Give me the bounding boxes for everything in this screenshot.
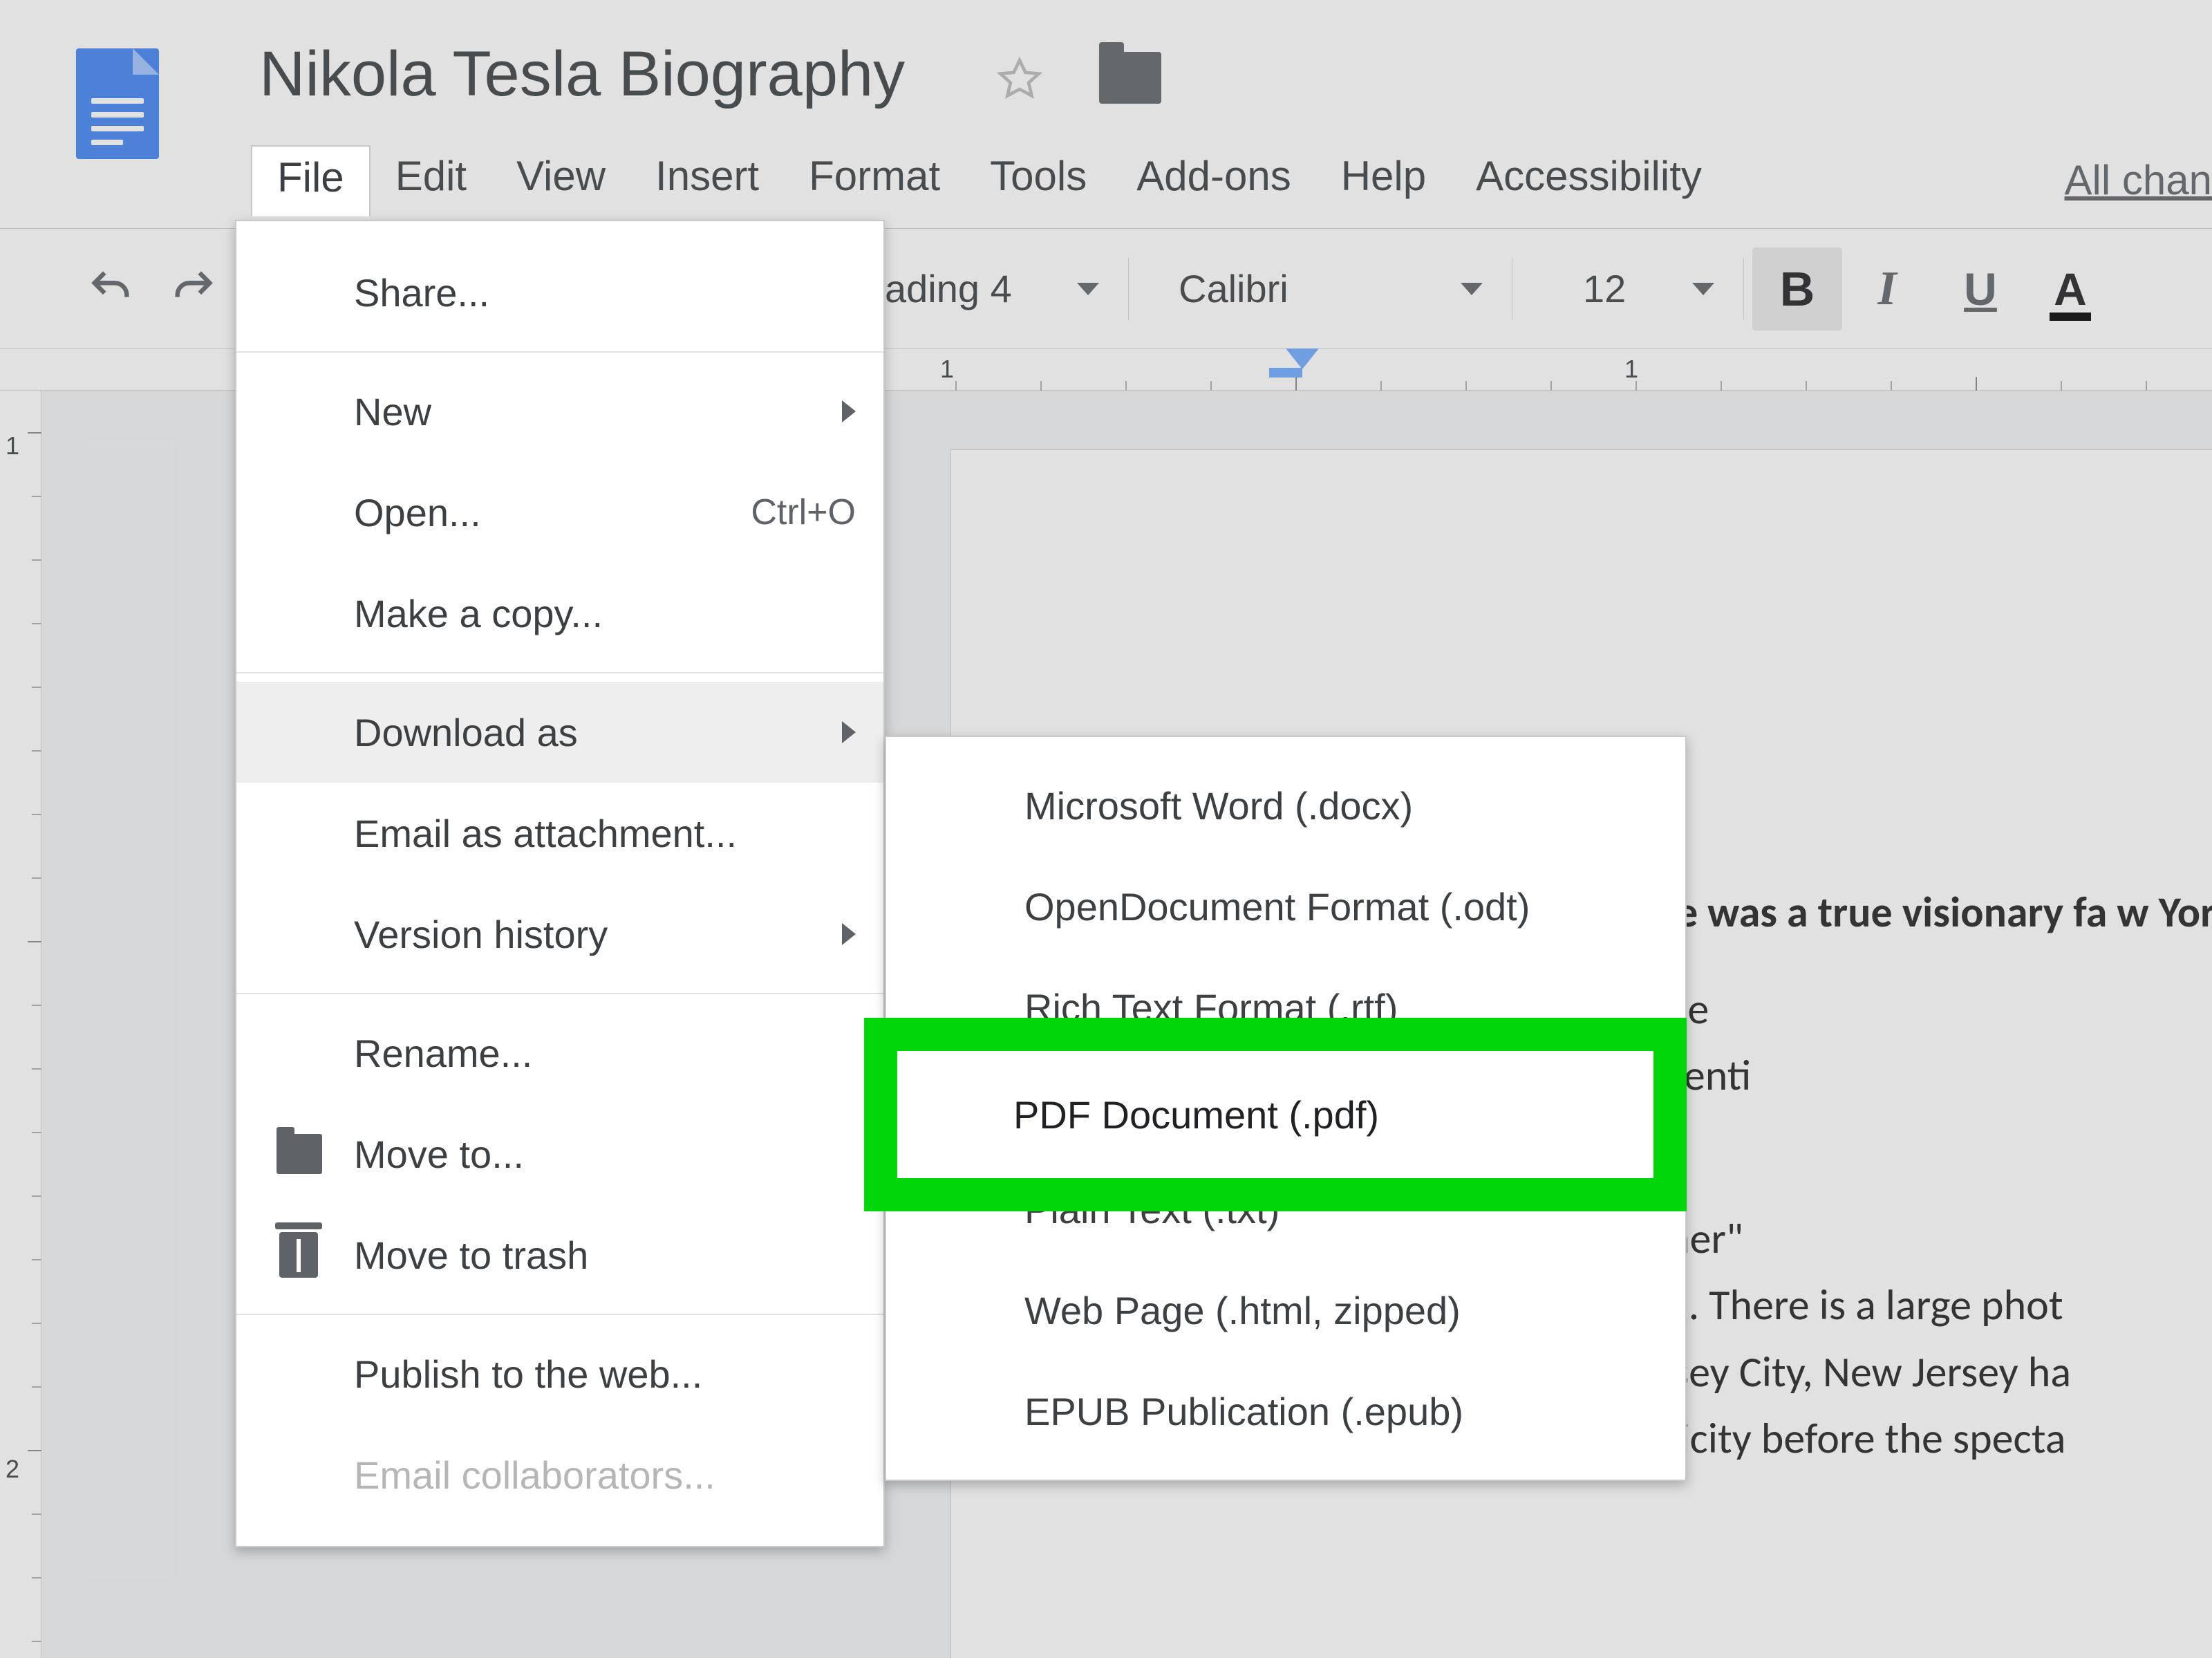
file-menu-share[interactable]: Share... <box>236 242 883 343</box>
dropdown-arrow-icon <box>1461 283 1483 295</box>
bold-icon: B <box>1780 261 1815 317</box>
submenu-arrow-icon <box>842 400 856 422</box>
menu-separator <box>236 351 883 353</box>
submenu-item-html[interactable]: Web Page (.html, zipped) <box>886 1260 1685 1361</box>
file-menu-new[interactable]: New <box>236 361 883 462</box>
vruler-number: 2 <box>6 1455 19 1484</box>
move-folder-icon[interactable] <box>1099 52 1161 104</box>
file-menu-rename[interactable]: Rename... <box>236 1003 883 1103</box>
underline-button[interactable]: U <box>1932 248 2029 330</box>
file-dropdown-menu: Share... New Open...Ctrl+O Make a copy..… <box>235 220 885 1547</box>
submenu-item-epub[interactable]: EPUB Publication (.epub) <box>886 1361 1685 1462</box>
submenu-item-rtf[interactable]: Rich Text Format (.rtf) <box>886 957 1685 1058</box>
undo-button[interactable] <box>69 248 152 330</box>
underline-icon: U <box>1964 263 1997 315</box>
file-menu-open[interactable]: Open...Ctrl+O <box>236 462 883 563</box>
font-size-label: 12 <box>1583 266 1626 311</box>
font-family-select[interactable]: Calibri <box>1137 266 1503 311</box>
menu-bar: File Edit View Insert Format Tools Add-o… <box>251 145 1727 216</box>
file-menu-version-history[interactable]: Version history <box>236 884 883 985</box>
star-icon[interactable] <box>995 55 1044 104</box>
menu-tools[interactable]: Tools <box>965 145 1112 216</box>
submenu-item-docx[interactable]: Microsoft Word (.docx) <box>886 755 1685 856</box>
paragraph-style-select[interactable]: ading 4 <box>843 266 1120 311</box>
document-title[interactable]: Nikola Tesla Biography <box>259 38 905 111</box>
font-size-select[interactable]: 12 <box>1521 266 1735 311</box>
text-color-button[interactable]: A <box>2029 248 2112 330</box>
file-menu-email-attachment[interactable]: Email as attachment... <box>236 783 883 884</box>
ruler-number: 1 <box>940 355 954 384</box>
header: Nikola Tesla Biography File Edit View In… <box>0 0 2212 228</box>
menu-file[interactable]: File <box>251 145 371 216</box>
menu-separator <box>236 1314 883 1315</box>
file-menu-publish[interactable]: Publish to the web... <box>236 1323 883 1424</box>
file-menu-move-to[interactable]: Move to... <box>236 1103 883 1204</box>
menu-format[interactable]: Format <box>784 145 965 216</box>
redo-button[interactable] <box>152 248 235 330</box>
trash-icon <box>279 1232 318 1278</box>
menu-edit[interactable]: Edit <box>371 145 491 216</box>
dropdown-arrow-icon <box>1077 283 1099 295</box>
vruler-number: 1 <box>6 431 19 460</box>
menu-insert[interactable]: Insert <box>630 145 784 216</box>
indent-marker-icon[interactable] <box>1286 348 1319 369</box>
folder-icon <box>276 1134 322 1174</box>
file-menu-make-copy[interactable]: Make a copy... <box>236 563 883 664</box>
docs-logo-icon[interactable] <box>76 48 159 159</box>
dropdown-arrow-icon <box>1692 283 1714 295</box>
menu-separator <box>236 672 883 673</box>
shortcut-label: Ctrl+O <box>751 492 856 533</box>
text-color-icon: A <box>2054 263 2087 315</box>
file-menu-move-trash[interactable]: Move to trash <box>236 1204 883 1305</box>
submenu-arrow-icon <box>842 923 856 945</box>
separator <box>1743 258 1744 320</box>
vertical-ruler[interactable]: 1 2 <box>0 391 41 1658</box>
changes-link[interactable]: All chan <box>2037 149 2212 219</box>
font-family-label: Calibri <box>1179 266 1288 311</box>
menu-separator <box>236 993 883 994</box>
bold-button[interactable]: B <box>1752 248 1842 330</box>
italic-icon: I <box>1877 261 1896 317</box>
menu-addons[interactable]: Add-ons <box>1112 145 1315 216</box>
file-menu-email-collaborators: Email collaborators... <box>236 1424 883 1525</box>
menu-help[interactable]: Help <box>1316 145 1451 216</box>
submenu-item-odt[interactable]: OpenDocument Format (.odt) <box>886 856 1685 957</box>
submenu-arrow-icon <box>842 721 856 743</box>
ruler-number: 1 <box>1624 355 1638 384</box>
paragraph-style-label: ading 4 <box>885 266 1012 311</box>
indent-marker-base[interactable] <box>1269 368 1302 378</box>
menu-accessibility[interactable]: Accessibility <box>1451 145 1727 216</box>
menu-view[interactable]: View <box>491 145 630 216</box>
file-menu-download-as[interactable]: Download as <box>236 682 883 783</box>
separator <box>1128 258 1129 320</box>
italic-button[interactable]: I <box>1842 248 1932 330</box>
highlight-pdf-button[interactable]: PDF Document (.pdf) <box>897 1051 1653 1178</box>
